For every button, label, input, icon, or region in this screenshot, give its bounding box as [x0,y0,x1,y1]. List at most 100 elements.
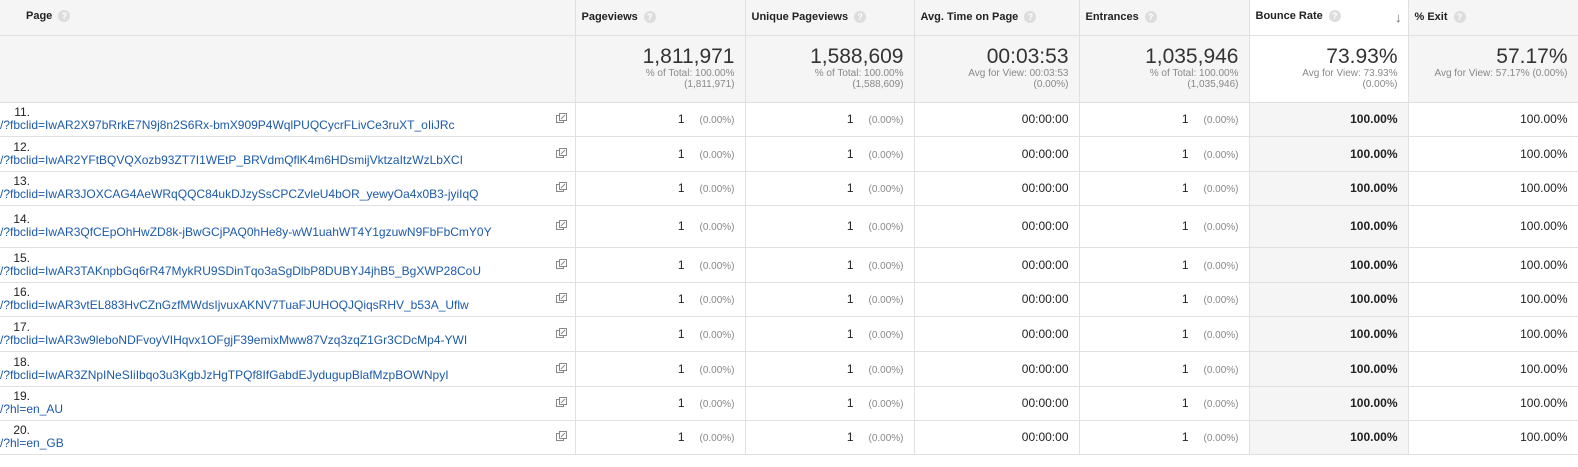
unique-pageviews-cell: 1 (0.00%) [745,102,915,137]
entrances-percent: (0.00%) [1203,260,1239,272]
open-in-new-icon[interactable] [555,258,567,270]
page-link[interactable]: /?hl=en_AU [0,403,510,416]
help-icon[interactable]: ? [643,11,656,24]
totals-entrances: 1,035,946 % of Total: 100.00% (1,035,946… [1079,35,1250,103]
table-row: 20./?hl=en_GB 1 (0.00%) 1 (0.00%) 00:00:00 1 (0… [0,420,1578,455]
unique-value: 1 [846,257,854,272]
page-cell: 19./?hl=en_AU [0,386,576,421]
col-header-avg-time[interactable]: Avg. Time on Page? [914,0,1080,36]
pageviews-percent: (0.00%) [699,222,735,233]
entrances-value: 1 [1181,396,1189,410]
col-header-page[interactable]: Page? [0,0,576,36]
open-in-new-icon[interactable] [555,147,567,159]
col-header-pageviews[interactable]: Pageviews? [575,0,746,36]
col-header-exit[interactable]: % Exit? [1408,0,1578,36]
pageviews-percent: (0.00%) [699,329,735,341]
table-row: 16./?fbclid=IwAR3vtEL883HvCZnGzfMWdsIjvu… [0,282,1578,317]
exit-cell: 100.00% [1408,351,1578,387]
totals-exit: 57.17% Avg for View: 57.17% (0.00%) [1408,35,1578,103]
total-value: 1,811,971 [642,44,735,68]
unique-value: 1 [846,361,854,376]
help-icon[interactable]: ? [1328,9,1341,22]
table-row: 11./?fbclid=IwAR2X97bRrkE7N9j8n2S6Rx-bmX… [0,102,1578,137]
pageviews-value: 1 [677,181,685,195]
page-link[interactable]: /?fbclid=IwAR3w9leboNDFvoyVIHqvx1OFgjF39… [0,333,510,347]
sort-descending-icon[interactable]: ↓ [1395,10,1402,25]
avg-time-cell: 00:00:00 [914,247,1080,283]
entrances-value: 1 [1181,219,1189,233]
open-in-new-icon[interactable] [555,362,567,374]
avg-time-cell: 00:00:00 [914,205,1080,248]
page-link[interactable]: /?fbclid=IwAR3QfCEpOhHwZD8k-jBwGCjPAQ0hH… [0,226,510,239]
pageviews-percent: (0.00%) [699,149,735,161]
open-in-new-icon[interactable] [555,431,567,442]
help-icon[interactable]: ? [1453,11,1466,24]
col-header-bounce-rate[interactable]: Bounce Rate? ↓ [1249,0,1409,36]
unique-percent: (0.00%) [868,329,904,341]
table-row: 17./?fbclid=IwAR3w9leboNDFvoyVIHqvx1OFgj… [0,316,1578,352]
open-in-new-icon[interactable] [555,293,567,304]
row-index: 17. [13,319,30,334]
unique-value: 1 [846,181,854,195]
page-link[interactable]: /?fbclid=IwAR2X97bRrkE7N9j8n2S6Rx-bmX909… [0,119,510,132]
avg-time-cell: 00:00:00 [914,420,1080,455]
table-row: 19./?hl=en_AU 1 (0.00%) 1 (0.00%) 00:00:00 1 (0… [0,386,1578,421]
entrances-percent: (0.00%) [1203,115,1239,126]
entrances-percent: (0.00%) [1203,364,1239,376]
page-cell: 15./?fbclid=IwAR3TAKnpbGq6rR47MykRU9SDin… [0,247,576,283]
unique-percent: (0.00%) [868,222,904,233]
total-sub: (0.00%) [1033,78,1069,90]
row-index: 13. [13,174,30,188]
pageviews-percent: (0.00%) [699,295,735,306]
unique-percent: (0.00%) [868,115,904,126]
row-index: 16. [13,285,30,299]
total-sub: Avg for View: 57.17% (0.00%) [1434,67,1568,79]
avg-time-cell: 00:00:00 [914,136,1080,172]
open-in-new-icon[interactable] [555,397,567,408]
pageviews-cell: 1 (0.00%) [575,282,746,317]
unique-pageviews-cell: 1 (0.00%) [745,351,915,387]
page-link[interactable]: /?fbclid=IwAR3JOXCAG4AeWRqQQC84ukDJzySsC… [0,188,510,201]
totals-unique-pageviews: 1,588,609 % of Total: 100.00% (1,588,609… [745,35,915,103]
total-sub: (0.00%) [1362,78,1398,90]
bounce-rate-cell: 100.00% [1249,316,1409,352]
col-header-bounce-label: Bounce Rate [1255,9,1323,22]
exit-cell: 100.00% [1408,247,1578,283]
col-header-exit-label: % Exit [1414,11,1448,24]
entrances-cell: 1 (0.00%) [1079,386,1250,421]
entrances-cell: 1 (0.00%) [1079,136,1250,172]
avg-time-cell: 00:00:00 [914,282,1080,317]
open-in-new-icon[interactable] [555,327,567,339]
page-link[interactable]: /?hl=en_GB [0,437,510,450]
open-in-new-icon[interactable] [555,182,567,193]
help-icon[interactable]: ? [1024,11,1037,24]
row-index: 14. [13,212,30,226]
bounce-rate-cell: 100.00% [1249,247,1409,283]
page-cell: 12./?fbclid=IwAR2YFtBQVQXozb93ZT7I1WEtP_… [0,136,576,172]
col-header-entrances[interactable]: Entrances? [1079,0,1250,36]
bounce-rate-cell: 100.00% [1249,136,1409,172]
help-icon[interactable]: ? [58,10,71,23]
pageviews-percent: (0.00%) [699,399,735,410]
total-sub: Avg for View: 00:03:53 [968,67,1069,79]
page-link[interactable]: /?fbclid=IwAR3TAKnpbGq6rR47MykRU9SDinTqo… [0,264,510,278]
open-in-new-icon[interactable] [555,113,567,124]
help-icon[interactable]: ? [1144,11,1157,24]
totals-page-cell [0,35,576,103]
entrances-cell: 1 (0.00%) [1079,205,1250,248]
page-link[interactable]: /?fbclid=IwAR3ZNpINeSIiIbqo3u3KgbJzHgTPQ… [0,368,510,382]
col-header-page-label: Page [26,10,53,22]
unique-percent: (0.00%) [868,260,904,272]
open-in-new-icon[interactable] [555,220,567,231]
col-header-unique-pageviews[interactable]: Unique Pageviews? [745,0,915,36]
totals-row: 1,811,971 % of Total: 100.00% (1,811,971… [0,35,1578,103]
help-icon[interactable]: ? [854,11,867,24]
pageviews-cell: 1 (0.00%) [575,316,746,352]
unique-percent: (0.00%) [868,295,904,306]
col-header-entrances-label: Entrances [1085,11,1139,24]
unique-pageviews-cell: 1 (0.00%) [745,136,915,172]
avg-time-cell: 00:00:00 [914,351,1080,387]
page-link[interactable]: /?fbclid=IwAR2YFtBQVQXozb93ZT7I1WEtP_BRV… [0,153,510,167]
total-sub: (1,811,971) [684,78,735,90]
page-link[interactable]: /?fbclid=IwAR3vtEL883HvCZnGzfMWdsIjvuxAK… [0,299,510,312]
